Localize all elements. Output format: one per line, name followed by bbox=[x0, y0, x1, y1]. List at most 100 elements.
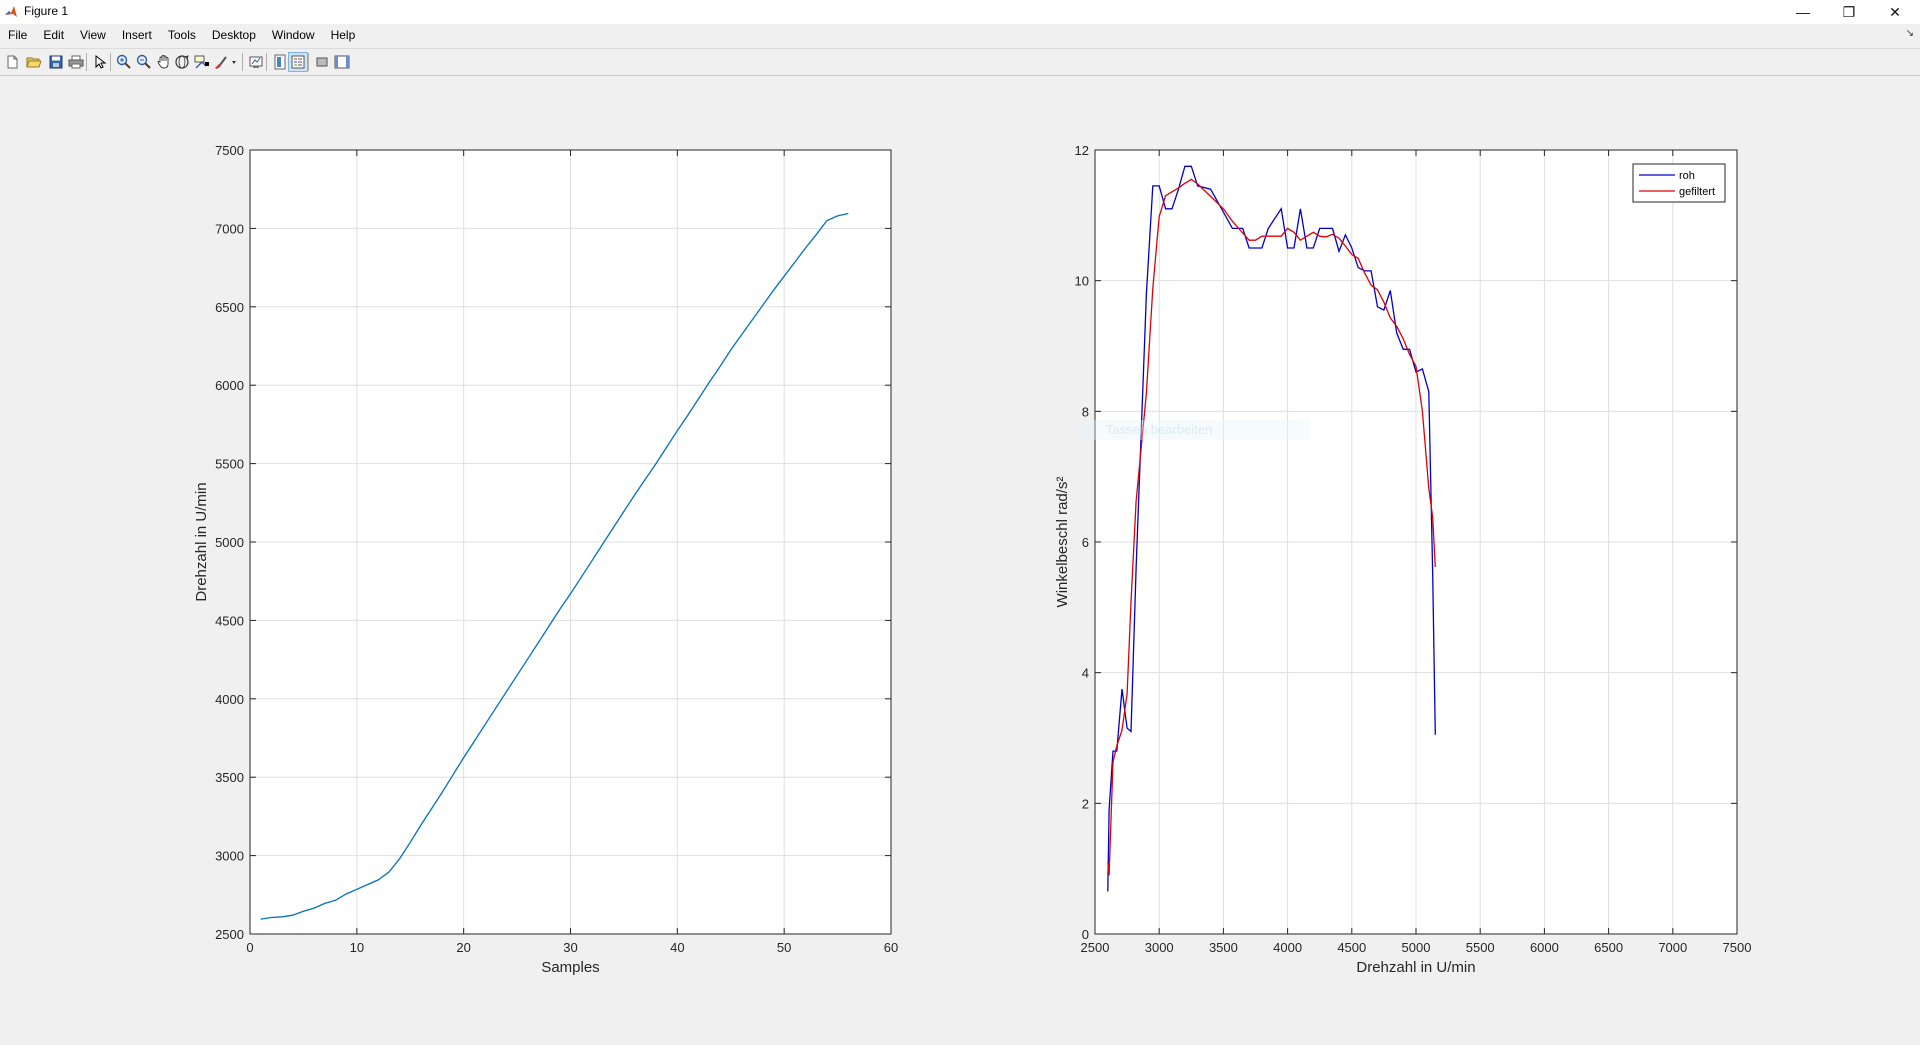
toolbar-separator bbox=[86, 53, 87, 71]
save-icon bbox=[49, 55, 63, 69]
edit-plot-button[interactable] bbox=[90, 52, 110, 72]
link-plot-button[interactable] bbox=[246, 52, 266, 72]
y-tick-label: 5500 bbox=[215, 457, 244, 472]
show-plot-tools-button[interactable] bbox=[332, 52, 352, 72]
menu-help[interactable]: Help bbox=[323, 24, 364, 46]
title-bar: Figure 1 — ❐ ✕ bbox=[0, 0, 1920, 24]
zoom-out-button[interactable] bbox=[134, 52, 154, 72]
new-figure-button[interactable] bbox=[2, 52, 22, 72]
x-tick-label: 40 bbox=[670, 940, 684, 955]
insert-colorbar-button[interactable] bbox=[270, 52, 290, 72]
y-tick-label: 3000 bbox=[215, 849, 244, 864]
show-plot-tools-icon bbox=[334, 55, 350, 69]
open-file-icon bbox=[26, 57, 42, 68]
x-tick-label: 3500 bbox=[1209, 940, 1238, 955]
minimize-button[interactable]: — bbox=[1780, 0, 1826, 24]
edit-plot-arrow-icon bbox=[95, 55, 107, 69]
menu-file[interactable]: File bbox=[0, 24, 35, 46]
y-tick-label: 7500 bbox=[215, 143, 244, 158]
colorbar-icon bbox=[274, 54, 286, 70]
restore-icon: ❐ bbox=[1842, 3, 1856, 20]
legend-label-roh: roh bbox=[1679, 170, 1695, 182]
y-tick-label: 4500 bbox=[215, 613, 244, 628]
open-file-button[interactable] bbox=[24, 52, 44, 72]
maximize-button[interactable]: ❐ bbox=[1826, 0, 1872, 24]
window-title: Figure 1 bbox=[24, 4, 69, 18]
legend-label-gefiltert: gefiltert bbox=[1679, 186, 1715, 198]
x-tick-label: 10 bbox=[350, 940, 364, 955]
y-tick-label: 12 bbox=[1075, 143, 1089, 158]
x-tick-label: 6500 bbox=[1594, 940, 1623, 955]
y-tick-label: 4000 bbox=[215, 692, 244, 707]
dock-figure-icon[interactable]: ↘ bbox=[1906, 28, 1914, 39]
y-tick-label: 3500 bbox=[215, 770, 244, 785]
figure-canvas: 0 10 20 30 40 50 60 2500 3000 3500 4000 4500 5000 550… bbox=[0, 76, 1920, 1040]
x-tick-label: 2500 bbox=[1081, 940, 1110, 955]
y-axis-label: Drehzahl in U/min bbox=[193, 482, 210, 601]
legend-icon bbox=[291, 55, 305, 69]
brush-icon bbox=[215, 56, 236, 69]
link-plot-icon bbox=[249, 56, 263, 68]
x-tick-label: 60 bbox=[884, 940, 898, 955]
y-tick-label: 8 bbox=[1082, 404, 1089, 419]
x-tick-label: 30 bbox=[563, 940, 577, 955]
x-tick-label: 4500 bbox=[1337, 940, 1366, 955]
y-tick-label: 6 bbox=[1082, 535, 1089, 550]
x-tick-label: 6000 bbox=[1530, 940, 1559, 955]
toolbar-separator bbox=[110, 53, 111, 71]
x-tick-label: 4000 bbox=[1273, 940, 1302, 955]
toolbar-separator bbox=[242, 53, 243, 71]
toolbar-separator bbox=[266, 53, 267, 71]
minimize-icon: — bbox=[1796, 4, 1810, 20]
close-icon: ✕ bbox=[1889, 3, 1901, 20]
y-tick-label: 2500 bbox=[215, 927, 244, 942]
menu-desktop[interactable]: Desktop bbox=[204, 24, 264, 46]
x-tick-label: 7500 bbox=[1723, 940, 1752, 955]
charts-svg: 0 10 20 30 40 50 60250030003500400045005000550… bbox=[193, 143, 1752, 976]
brush-button[interactable] bbox=[212, 52, 240, 72]
x-tick-label: 5500 bbox=[1466, 940, 1495, 955]
figure-window: Figure 1 — ❐ ✕ File Edit View Insert Too… bbox=[0, 0, 1920, 1040]
toolbar-separator bbox=[308, 53, 309, 71]
y-axis-label: Winkelbeschl rad/s² bbox=[1054, 477, 1071, 608]
pan-hand-icon bbox=[157, 55, 169, 69]
y-tick-label: 6000 bbox=[215, 378, 244, 393]
print-icon bbox=[68, 55, 84, 69]
y-tick-label: 7000 bbox=[215, 221, 244, 236]
zoom-in-icon bbox=[116, 54, 131, 69]
menu-edit[interactable]: Edit bbox=[35, 24, 72, 46]
x-axis-label: Samples bbox=[541, 959, 599, 976]
x-tick-label: 3000 bbox=[1145, 940, 1174, 955]
data-cursor-button[interactable] bbox=[192, 52, 212, 72]
menu-window[interactable]: Window bbox=[264, 24, 323, 46]
x-tick-label: 5000 bbox=[1402, 940, 1431, 955]
x-axis-label: Drehzahl in U/min bbox=[1356, 959, 1475, 976]
x-tick-label: 7000 bbox=[1658, 940, 1687, 955]
pan-button[interactable] bbox=[154, 52, 174, 72]
x-tick-label: 20 bbox=[456, 940, 470, 955]
y-tick-label: 10 bbox=[1075, 274, 1089, 289]
save-button[interactable] bbox=[46, 52, 66, 72]
y-tick-label: 4 bbox=[1082, 666, 1089, 681]
ghost-overlay-label: Tassen bearbeiten bbox=[1080, 420, 1310, 440]
y-tick-label: 5000 bbox=[215, 535, 244, 550]
data-cursor-icon bbox=[194, 55, 209, 69]
menu-tools[interactable]: Tools bbox=[160, 24, 204, 46]
zoom-in-button[interactable] bbox=[114, 52, 134, 72]
y-tick-label: 6500 bbox=[215, 300, 244, 315]
rotate-button[interactable] bbox=[172, 52, 192, 72]
x-tick-label: 0 bbox=[246, 940, 253, 955]
matlab-logo-icon bbox=[5, 6, 17, 17]
y-tick-label: 2 bbox=[1082, 796, 1089, 811]
menu-view[interactable]: View bbox=[72, 24, 114, 46]
menu-bar: File Edit View Insert Tools Desktop Wind… bbox=[0, 24, 1920, 46]
hide-plot-tools-button[interactable] bbox=[312, 52, 332, 72]
new-figure-icon bbox=[7, 55, 18, 69]
menu-insert[interactable]: Insert bbox=[114, 24, 160, 46]
y-tick-label: 0 bbox=[1082, 927, 1089, 942]
insert-legend-button[interactable] bbox=[288, 52, 308, 72]
close-button[interactable]: ✕ bbox=[1872, 0, 1918, 24]
figure-toolbar bbox=[0, 48, 1920, 76]
print-button[interactable] bbox=[66, 52, 86, 72]
x-tick-label: 50 bbox=[777, 940, 791, 955]
